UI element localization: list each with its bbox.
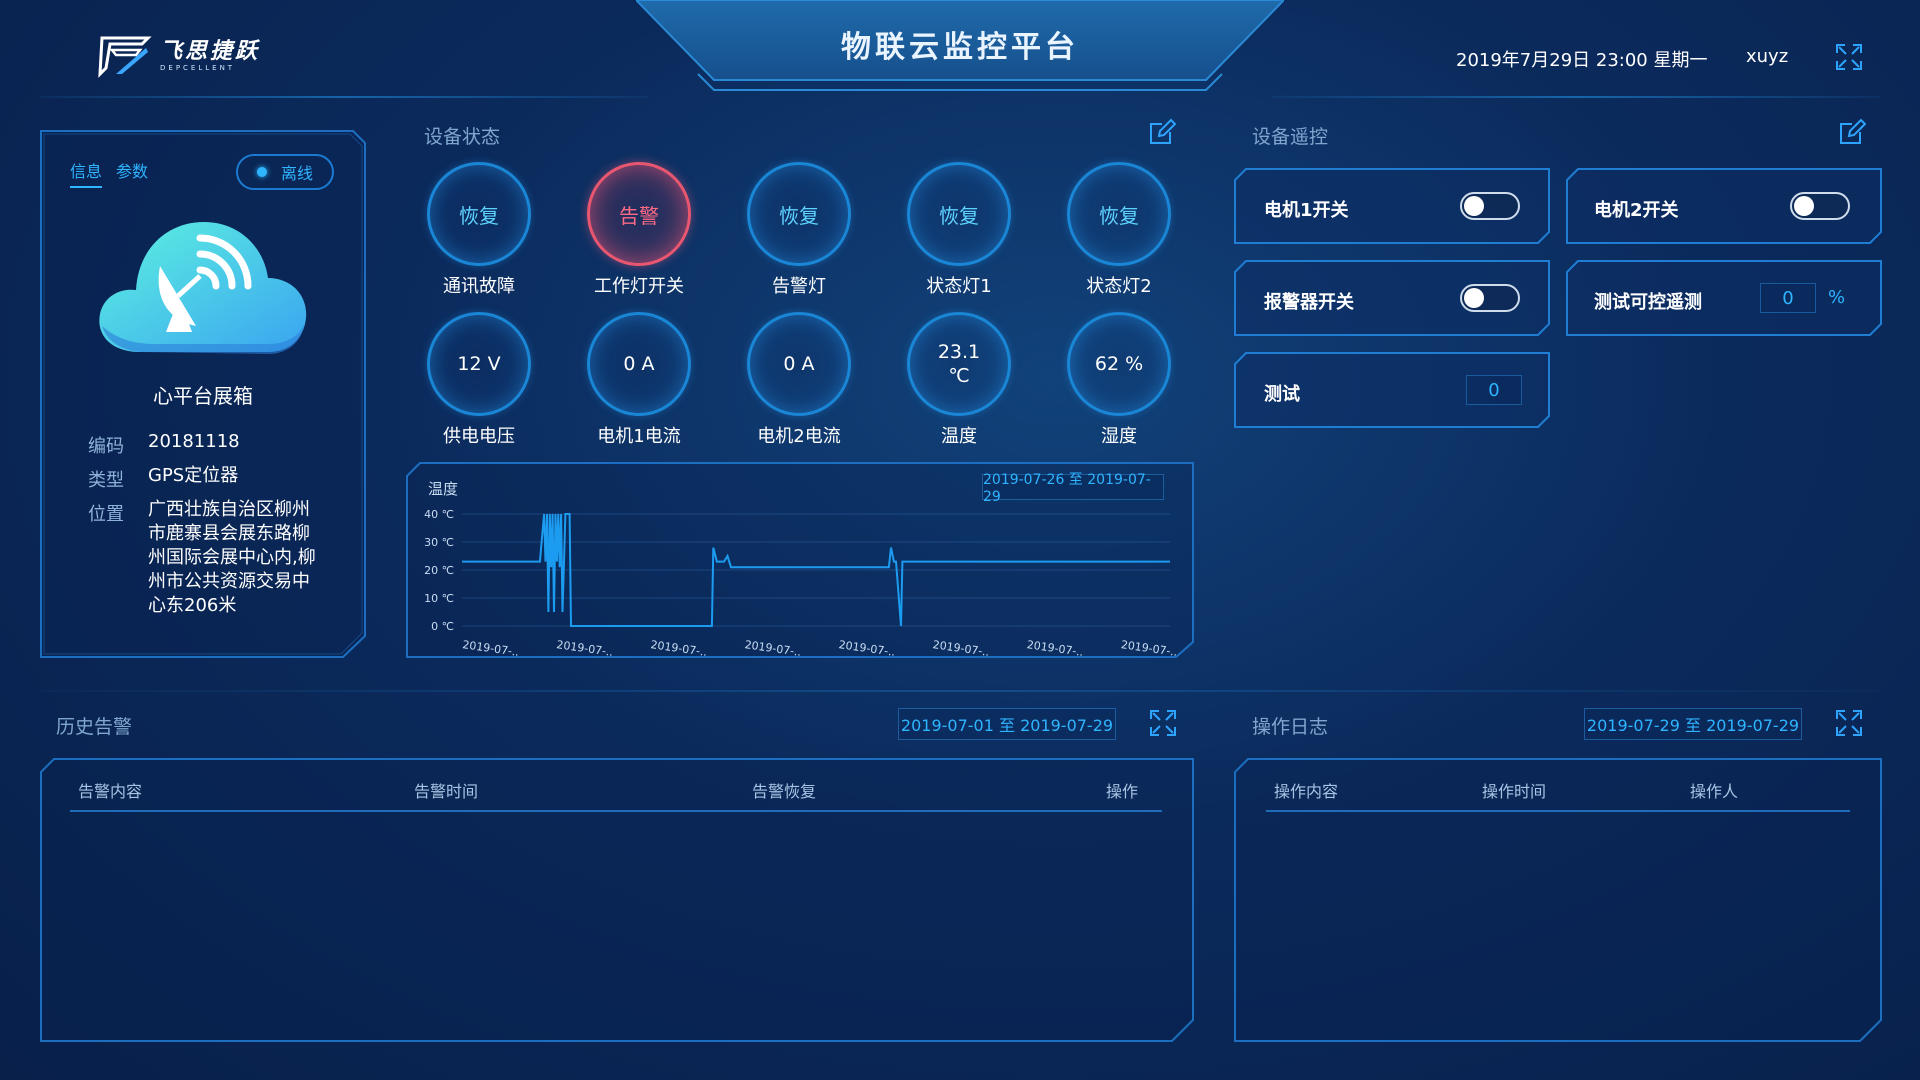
online-status-badge: 离线 (236, 154, 334, 190)
location-line: 心东206米 (148, 595, 237, 616)
metric-label-humidity: 湿度 (1101, 426, 1137, 447)
status-label-status-light-2: 状态灯2 (1086, 276, 1152, 297)
tab-info[interactable]: 信息 (70, 158, 103, 188)
remote-control-title: 设备遥控 (1252, 126, 1329, 148)
test-telemetry-unit: % (1828, 287, 1846, 308)
info-key-location: 位置 (88, 504, 124, 525)
status-circle-status-light-2: 恢复 (1067, 162, 1171, 266)
motor2-toggle[interactable] (1790, 192, 1850, 220)
column-header-alarm-action: 操作 (1106, 782, 1139, 801)
tab-params[interactable]: 参数 (116, 158, 148, 182)
column-header-op-user: 操作人 (1690, 782, 1739, 801)
toggle-knob (1464, 196, 1484, 216)
table-header-divider (70, 810, 1162, 812)
page-title: 物联云监控平台 (841, 30, 1079, 65)
user-name[interactable]: xuyz (1746, 46, 1788, 67)
control-label-motor2: 电机2开关 (1594, 200, 1679, 221)
device-status-title: 设备状态 (424, 126, 501, 148)
y-tick-label: 30 ℃ (424, 536, 454, 549)
alarm-history-title: 历史告警 (56, 716, 133, 738)
x-tick-label: 2019-07-.. (1026, 638, 1084, 658)
info-value-location: 广西壮族自治区柳州 市鹿寨县会展东路柳 州国际会展中心内,柳 州市公共资源交易中… (148, 498, 338, 618)
fullscreen-icon[interactable] (1834, 42, 1864, 72)
y-tick-label: 10 ℃ (424, 592, 454, 605)
metric-label-temperature: 温度 (941, 426, 977, 447)
column-header-op-content: 操作内容 (1274, 782, 1339, 801)
column-header-alarm-content: 告警内容 (78, 782, 143, 801)
info-value-type: GPS定位器 (148, 465, 239, 486)
edit-icon[interactable] (1838, 118, 1866, 146)
control-label-alarm: 报警器开关 (1264, 292, 1354, 313)
toggle-knob (1464, 288, 1484, 308)
temperature-line-chart: 40 ℃ 30 ℃ 20 ℃ 10 ℃ 0 ℃ 2019-07-.. 2019-07-.. 2… (424, 508, 1178, 658)
x-tick-label: 2019-07-.. (744, 638, 802, 658)
status-dot-icon (256, 167, 267, 177)
location-line: 州国际会展中心内,柳 (148, 547, 316, 568)
section-divider (40, 690, 1880, 692)
table-header-divider (1266, 810, 1850, 812)
location-line: 广西壮族自治区柳州 (148, 499, 310, 520)
y-tick-label: 20 ℃ (424, 564, 454, 577)
metric-circle-humidity: 62 % (1067, 312, 1171, 416)
cloud-satellite-icon (99, 222, 307, 354)
status-circle-work-light: 告警 (587, 162, 691, 266)
alarm-history-frame (40, 758, 1194, 1042)
expand-icon[interactable] (1148, 708, 1178, 738)
operation-log-title: 操作日志 (1252, 716, 1329, 738)
test-input[interactable]: 0 (1466, 375, 1522, 405)
motor1-toggle[interactable] (1460, 192, 1520, 220)
status-label-status-light-1: 状态灯1 (926, 276, 992, 297)
metric-circle-motor2-current: 0 A (747, 312, 851, 416)
x-tick-label: 2019-07-.. (1120, 638, 1178, 658)
test-telemetry-input[interactable]: 0 (1760, 283, 1816, 313)
x-tick-label: 2019-07-.. (838, 638, 896, 658)
y-tick-label: 0 ℃ (431, 620, 454, 633)
column-header-alarm-time: 告警时间 (414, 782, 479, 801)
current-datetime: 2019年7月29日 23:00 星期一 (1456, 50, 1708, 71)
temperature-unit: ℃ (948, 365, 970, 387)
expand-icon[interactable] (1834, 708, 1864, 738)
metric-circle-temperature: 23.1 ℃ (907, 312, 1011, 416)
metric-label-motor2-current: 电机2电流 (757, 426, 841, 447)
control-label-test: 测试 (1264, 384, 1300, 405)
logo-chinese-name: 飞思捷跃 (160, 38, 261, 64)
y-tick-label: 40 ℃ (424, 508, 454, 521)
info-key-code: 编码 (88, 436, 124, 457)
status-label-work-light: 工作灯开关 (594, 276, 684, 297)
status-label-comm-fault: 通讯故障 (443, 276, 515, 297)
x-tick-label: 2019-07-.. (462, 638, 520, 658)
metric-label-voltage: 供电电压 (443, 426, 515, 447)
x-tick-label: 2019-07-.. (932, 638, 990, 658)
location-line: 市鹿寨县会展东路柳 (148, 523, 310, 544)
status-circle-alarm-light: 恢复 (747, 162, 851, 266)
status-label-alarm-light: 告警灯 (772, 276, 826, 297)
logo-mark-icon (98, 36, 152, 78)
edit-icon[interactable] (1148, 118, 1176, 146)
alarm-history-date-range[interactable]: 2019-07-01 至 2019-07-29 (898, 708, 1116, 740)
location-line: 州市公共资源交易中 (148, 571, 310, 592)
header-divider-left (40, 96, 648, 98)
metric-circle-voltage: 12 V (427, 312, 531, 416)
toggle-knob (1794, 196, 1814, 216)
x-tick-label: 2019-07-.. (556, 638, 614, 658)
device-name: 心平台展箱 (153, 384, 253, 408)
logo-english-name: DEPCELLENT (160, 63, 236, 72)
status-circle-status-light-1: 恢复 (907, 162, 1011, 266)
info-key-type: 类型 (88, 470, 124, 491)
alarm-toggle[interactable] (1460, 284, 1520, 312)
temperature-value: 23.1 (937, 341, 981, 363)
column-header-op-time: 操作时间 (1482, 782, 1547, 801)
control-label-motor1: 电机1开关 (1264, 200, 1349, 221)
operation-log-date-range[interactable]: 2019-07-29 至 2019-07-29 (1584, 708, 1802, 740)
x-tick-label: 2019-07-.. (650, 638, 708, 658)
brand-logo: 飞思捷跃 DEPCELLENT (96, 32, 276, 80)
online-status-text: 离线 (280, 164, 313, 183)
header-divider-right (1272, 96, 1880, 98)
info-value-code: 20181118 (148, 431, 240, 452)
column-header-alarm-recovery: 告警恢复 (752, 782, 817, 801)
control-label-test-telemetry: 测试可控遥测 (1594, 292, 1702, 313)
metric-circle-motor1-current: 0 A (587, 312, 691, 416)
metric-label-motor1-current: 电机1电流 (597, 426, 681, 447)
status-circle-comm-fault: 恢复 (427, 162, 531, 266)
